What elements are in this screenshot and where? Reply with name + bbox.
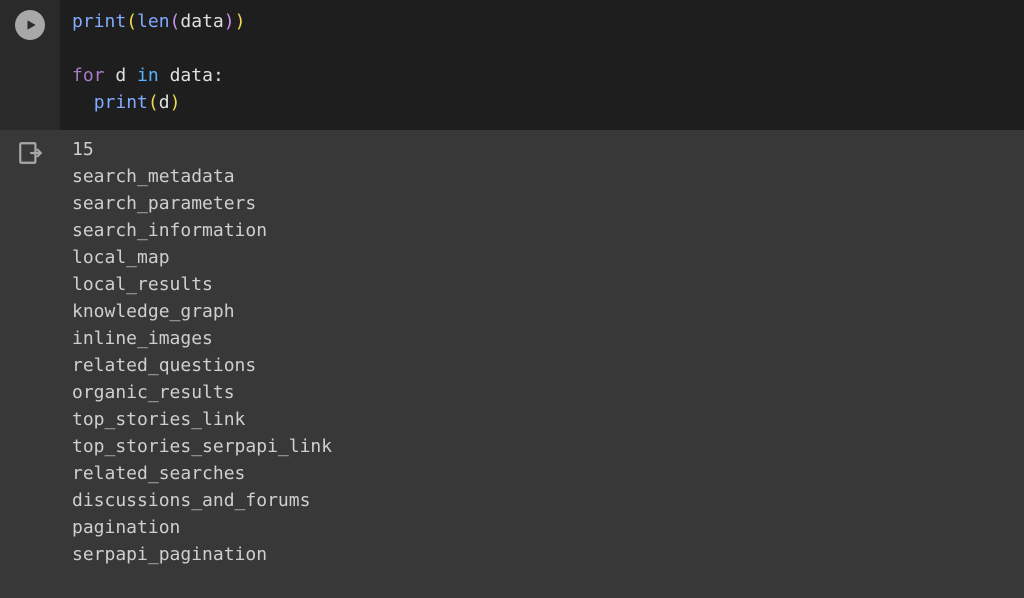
output-line: 15 xyxy=(72,136,1012,163)
output-line: search_information xyxy=(72,217,1012,244)
output-line: related_searches xyxy=(72,460,1012,487)
output-line: discussions_and_forums xyxy=(72,487,1012,514)
output-line: top_stories_serpapi_link xyxy=(72,433,1012,460)
code-gutter xyxy=(0,0,60,130)
output-cell: 15search_metadatasearch_parameterssearch… xyxy=(0,130,1024,574)
output-line: search_parameters xyxy=(72,190,1012,217)
output-line: pagination xyxy=(72,514,1012,541)
output-icon xyxy=(17,140,43,174)
output-line: knowledge_graph xyxy=(72,298,1012,325)
output-line: serpapi_pagination xyxy=(72,541,1012,568)
output-line: local_map xyxy=(72,244,1012,271)
output-gutter xyxy=(0,130,60,574)
output-line: top_stories_link xyxy=(72,406,1012,433)
output-text: 15search_metadatasearch_parameterssearch… xyxy=(60,130,1024,574)
code-line xyxy=(72,35,1012,62)
run-button[interactable] xyxy=(15,10,45,40)
code-line: for d in data: xyxy=(72,62,1012,89)
code-editor[interactable]: print(len(data)) for d in data: print(d) xyxy=(60,0,1024,130)
play-icon xyxy=(24,18,38,32)
code-line: print(d) xyxy=(72,89,1012,116)
output-line: search_metadata xyxy=(72,163,1012,190)
output-line: local_results xyxy=(72,271,1012,298)
output-line: inline_images xyxy=(72,325,1012,352)
code-cell: print(len(data)) for d in data: print(d) xyxy=(0,0,1024,130)
output-line: organic_results xyxy=(72,379,1012,406)
code-line: print(len(data)) xyxy=(72,8,1012,35)
output-line: related_questions xyxy=(72,352,1012,379)
